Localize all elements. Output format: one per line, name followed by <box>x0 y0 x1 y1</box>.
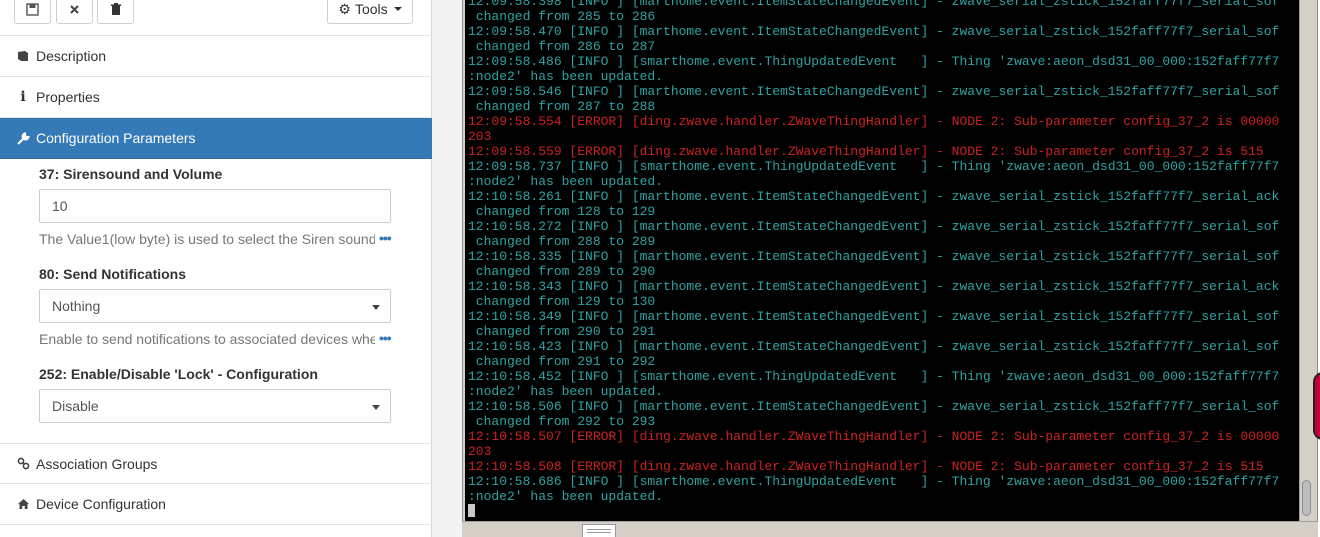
log-line: changed from 287 to 288 <box>468 99 656 114</box>
log-line: changed from 292 to 293 <box>468 414 656 429</box>
save-icon <box>26 2 39 16</box>
terminal-scrollbar[interactable] <box>1299 0 1313 521</box>
close-button[interactable] <box>56 0 93 24</box>
log-line: changed from 128 to 129 <box>468 204 656 219</box>
link-icon <box>16 457 30 471</box>
log-line: changed from 290 to 291 <box>468 324 656 339</box>
desktop-edge-decoration <box>1313 372 1320 440</box>
terminal-status-bar <box>462 521 1318 537</box>
cursor-icon <box>468 504 475 517</box>
param-37-input[interactable]: 10 <box>39 189 391 223</box>
log-lines: 12:09:58.398 [INFO ] [marthome.event.Ite… <box>468 0 1298 519</box>
log-line: :node2' has been updated. <box>468 489 664 504</box>
log-line: 203 <box>468 444 492 459</box>
log-line: 12:10:58.261 [INFO ] [marthome.event.Ite… <box>468 189 1280 204</box>
log-line: 12:09:58.398 [INFO ] [marthome.event.Ite… <box>468 0 1280 9</box>
log-line: 12:10:58.507 [ERROR] [ding.zwave.handler… <box>468 429 1280 444</box>
delete-button[interactable] <box>97 0 134 24</box>
log-line: changed from 288 to 289 <box>468 234 656 249</box>
terminal-log-output[interactable]: 12:09:58.398 [INFO ] [marthome.event.Ite… <box>465 0 1299 521</box>
log-line: :node2' has been updated. <box>468 69 664 84</box>
param-37-help: The Value1(low byte) is used to select t… <box>39 231 375 247</box>
param-37-value: 10 <box>52 198 68 214</box>
log-line: 12:09:58.737 [INFO ] [smarthome.event.Th… <box>468 159 1280 174</box>
section-configuration-parameters-label: Configuration Parameters <box>36 130 196 146</box>
param-37-more-button[interactable]: ••• <box>379 230 392 246</box>
log-line: changed from 285 to 286 <box>468 9 656 24</box>
param-80-label: 80: Send Notifications <box>39 266 187 282</box>
param-252-label: 252: Enable/Disable 'Lock' - Configurati… <box>39 366 318 382</box>
log-line: changed from 289 to 290 <box>468 264 656 279</box>
gear-icon: ⚙ <box>338 0 351 17</box>
section-description-label: Description <box>36 48 107 64</box>
tools-label: Tools <box>354 1 388 17</box>
section-device-configuration[interactable]: Device Configuration <box>0 484 432 525</box>
log-line: 203 <box>468 129 492 144</box>
log-line: changed from 129 to 130 <box>468 294 656 309</box>
log-line: changed from 291 to 292 <box>468 354 656 369</box>
param-252-value: Disable <box>52 398 99 414</box>
save-button[interactable] <box>14 0 51 24</box>
section-properties-label: Properties <box>36 89 100 105</box>
log-line: changed from 286 to 287 <box>468 39 656 54</box>
section-device-configuration-label: Device Configuration <box>36 496 166 512</box>
log-line: 12:10:58.423 [INFO ] [marthome.event.Ite… <box>468 339 1280 354</box>
resize-handle[interactable] <box>582 524 616 537</box>
log-line: 12:10:58.349 [INFO ] [marthome.event.Ite… <box>468 309 1280 324</box>
log-line: 12:10:58.272 [INFO ] [marthome.event.Ite… <box>468 219 1280 234</box>
log-line: 12:10:58.508 [ERROR] [ding.zwave.handler… <box>468 459 1264 474</box>
log-line: 12:09:58.470 [INFO ] [marthome.event.Ite… <box>468 24 1280 39</box>
wrench-icon <box>16 131 30 145</box>
section-association-groups[interactable]: Association Groups <box>0 443 432 484</box>
thing-details-panel: ⚙ Tools Description i Properties Configu… <box>0 0 432 537</box>
app-window: ⚙ Tools Description i Properties Configu… <box>0 0 1320 537</box>
param-37-label: 37: Sirensound and Volume <box>39 166 223 182</box>
log-line: 12:09:58.546 [INFO ] [marthome.event.Ite… <box>468 84 1280 99</box>
info-icon: i <box>20 89 26 105</box>
chevron-down-icon <box>372 305 380 310</box>
chevron-down-icon <box>393 7 402 11</box>
log-line: 12:10:58.686 [INFO ] [smarthome.event.Th… <box>468 474 1280 489</box>
param-80-more-button[interactable]: ••• <box>379 330 392 346</box>
param-80-select[interactable]: Nothing <box>39 289 391 323</box>
toolbar: ⚙ Tools <box>0 0 432 36</box>
tools-dropdown-button[interactable]: ⚙ Tools <box>327 0 413 24</box>
log-line: 12:10:58.506 [INFO ] [marthome.event.Ite… <box>468 399 1280 414</box>
log-line: 12:09:58.486 [INFO ] [smarthome.event.Th… <box>468 54 1280 69</box>
section-configuration-parameters[interactable]: Configuration Parameters <box>0 118 432 159</box>
close-icon <box>70 4 79 14</box>
log-line: 12:10:58.452 [INFO ] [smarthome.event.Th… <box>468 369 1280 384</box>
home-icon <box>16 497 30 511</box>
log-line: :node2' has been updated. <box>468 174 664 189</box>
log-line: 12:09:58.559 [ERROR] [ding.zwave.handler… <box>468 144 1264 159</box>
section-association-groups-label: Association Groups <box>36 455 158 472</box>
terminal-prompt <box>468 504 1298 519</box>
scrollbar-thumb[interactable] <box>1302 480 1311 516</box>
log-line: 12:09:58.554 [ERROR] [ding.zwave.handler… <box>468 114 1280 129</box>
log-line: :node2' has been updated. <box>468 384 664 399</box>
section-properties[interactable]: i Properties <box>0 77 432 118</box>
chevron-down-icon <box>372 405 380 410</box>
log-line: 12:10:58.335 [INFO ] [marthome.event.Ite… <box>468 249 1280 264</box>
trash-icon <box>110 2 121 15</box>
log-line: 12:10:58.343 [INFO ] [marthome.event.Ite… <box>468 279 1280 294</box>
panel-gutter <box>432 0 462 537</box>
param-252-select[interactable]: Disable <box>39 389 391 423</box>
book-icon <box>16 49 30 63</box>
param-80-value: Nothing <box>52 298 101 314</box>
param-80-help: Enable to send notifications to associat… <box>39 331 375 347</box>
section-description[interactable]: Description <box>0 36 432 77</box>
